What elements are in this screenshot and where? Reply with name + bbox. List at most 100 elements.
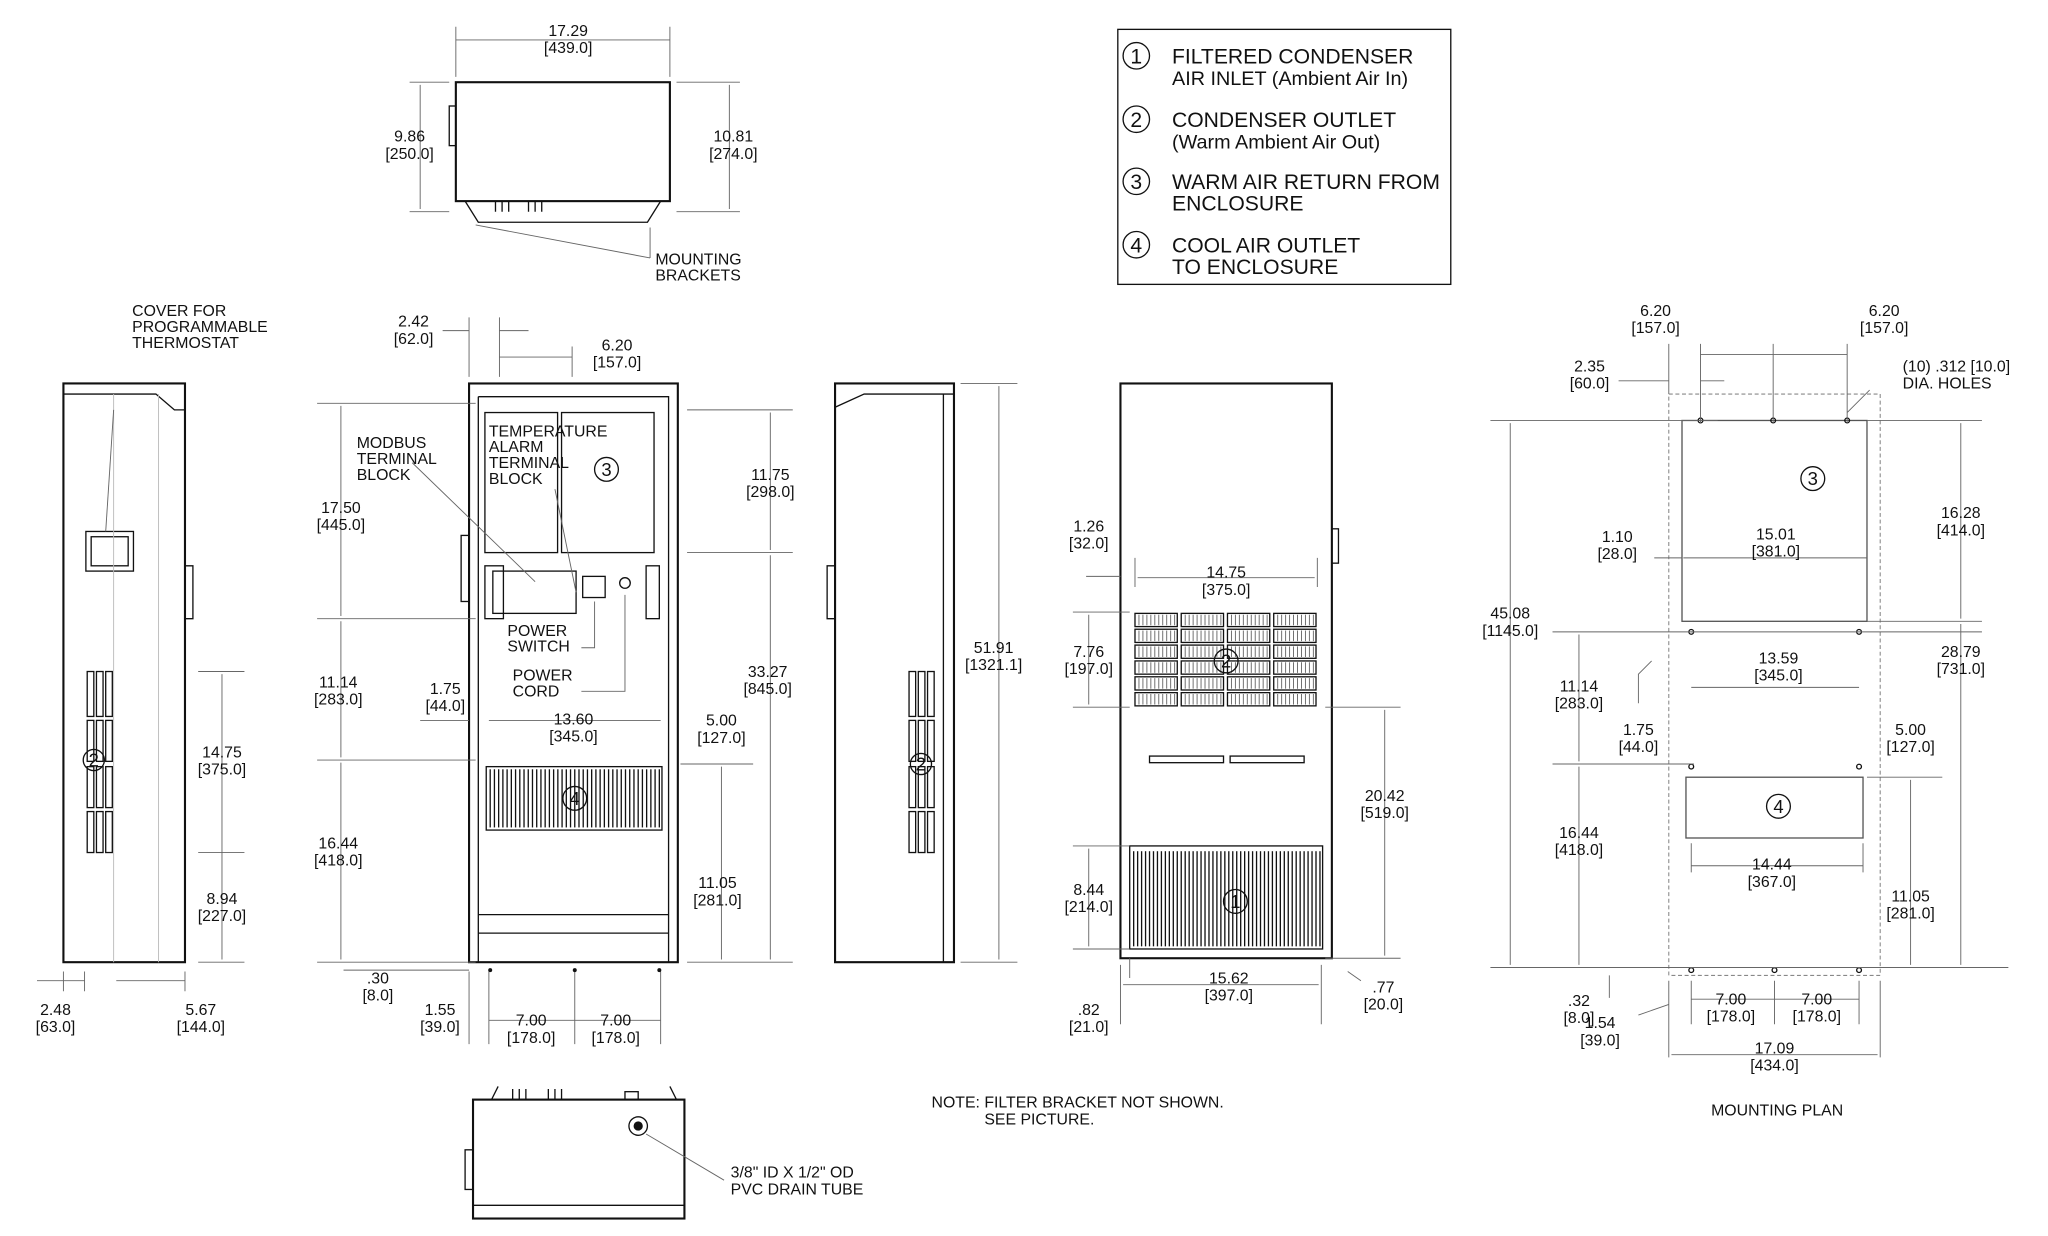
dimension-metric: [144.0] xyxy=(177,1019,225,1036)
label-mounting-brackets: MOUNTING xyxy=(655,252,741,269)
dimension-plan: 13.59[345.0] xyxy=(1754,651,1802,685)
dimension-metric: [44.0] xyxy=(425,698,465,715)
dimension-metric: [845.0] xyxy=(743,681,791,698)
dimension-value: 28.79 xyxy=(1941,644,1981,661)
callout-4: 4 xyxy=(570,788,580,809)
dimension-plan: 7.00[178.0] xyxy=(1793,991,1841,1025)
dimension-plan: 1.54[39.0] xyxy=(1580,1015,1620,1049)
dimension-plan: 1.75[44.0] xyxy=(1619,722,1659,756)
label-power-cord: CORD xyxy=(513,684,560,701)
bottom-view xyxy=(464,1086,725,1220)
dimension-metric: [375.0] xyxy=(198,762,246,779)
dimension-rear: 14.75[375.0] xyxy=(1202,565,1250,599)
dimension-metric: [28.0] xyxy=(1597,546,1637,563)
dimension-top: 9.86[250.0] xyxy=(385,129,433,163)
dimension-metric: [178.0] xyxy=(507,1030,555,1047)
dimension-value: 1.55 xyxy=(425,1002,456,1019)
dimension-metric: [281.0] xyxy=(1886,906,1934,923)
mounting-plan-title: MOUNTING PLAN xyxy=(1711,1102,1843,1119)
dimension-left: 14.75[375.0] xyxy=(198,744,246,778)
dimension-value: 7.00 xyxy=(516,1013,547,1030)
dimension-metric: [20.0] xyxy=(1364,997,1404,1014)
dimension-plan: 2.35[60.0] xyxy=(1570,359,1610,393)
dimension-metric: [283.0] xyxy=(314,692,362,709)
label-mounting-brackets: BRACKETS xyxy=(655,267,740,284)
dimension-value: 14.75 xyxy=(1206,565,1246,582)
rear-view: 2 1 xyxy=(1072,382,1401,1025)
dimension-metric: [345.0] xyxy=(549,729,597,746)
dimension-metric: [44.0] xyxy=(1619,739,1659,756)
dimension-rear: 15.62[397.0] xyxy=(1205,970,1253,1004)
dimension-metric: [157.0] xyxy=(593,355,641,372)
side-slot xyxy=(908,810,917,854)
dimension-value: .77 xyxy=(1372,980,1394,997)
top-view xyxy=(409,26,740,259)
dimension-value: .82 xyxy=(1078,1002,1100,1019)
callout-2: 2 xyxy=(1221,651,1231,672)
label-temp-alarm: TERMINAL xyxy=(489,455,569,472)
dimension-front: 6.20[157.0] xyxy=(593,337,641,371)
dimension-value: 1.75 xyxy=(430,681,461,698)
mounting-hole xyxy=(1856,967,1863,974)
dimension-value: 7.00 xyxy=(1801,991,1832,1008)
dimension-metric: [63.0] xyxy=(36,1019,76,1036)
label-holes: DIA. HOLES xyxy=(1903,376,1992,393)
side-slot xyxy=(86,765,95,809)
legend-item-2: 2 CONDENSER OUTLET (Warm Ambient Air Out… xyxy=(1122,105,1396,153)
callout-1: 1 xyxy=(1230,891,1240,912)
dimension-value: 13.60 xyxy=(554,711,594,728)
label-cover-thermostat: THERMOSTAT xyxy=(132,335,239,352)
dimension-metric: [178.0] xyxy=(1707,1009,1755,1026)
dimension-front: 16.44[418.0] xyxy=(314,836,362,870)
side-slot xyxy=(95,670,104,718)
dimension-rear: 20.42[519.0] xyxy=(1360,788,1408,822)
dimension-value: 7.00 xyxy=(600,1013,631,1030)
dimension-plan: 5.00[127.0] xyxy=(1886,722,1934,756)
dimension-value: 51.91 xyxy=(974,640,1014,657)
dimension-metric: [227.0] xyxy=(198,908,246,925)
dimension-value: 45.08 xyxy=(1490,606,1530,623)
dimension-metric: [445.0] xyxy=(317,517,365,534)
dimension-front: 7.00[178.0] xyxy=(591,1013,639,1047)
dimension-plan: 7.00[178.0] xyxy=(1707,991,1755,1025)
mounting-hole xyxy=(1856,763,1863,770)
dimension-plan: 15.01[381.0] xyxy=(1752,526,1800,560)
dimension-metric: [39.0] xyxy=(1580,1032,1620,1049)
dimension-rear: .82[21.0] xyxy=(1069,1002,1109,1036)
label-holes: (10) .312 [10.0] xyxy=(1903,359,2010,376)
legend-text: CONDENSER OUTLET xyxy=(1172,109,1396,132)
dimension-value: 6.20 xyxy=(1869,303,1900,320)
dimension-plan: 1.10[28.0] xyxy=(1597,529,1637,563)
dimension-value: 15.62 xyxy=(1209,970,1249,987)
side-slot xyxy=(95,765,104,809)
dimension-top: 17.29[439.0] xyxy=(544,23,592,57)
dimension-value: 7.76 xyxy=(1073,644,1104,661)
dimension-front: 11.75[298.0] xyxy=(746,467,794,501)
dimension-value: 33.27 xyxy=(748,664,788,681)
dimension-value: .32 xyxy=(1568,993,1590,1010)
side-slot xyxy=(917,810,926,854)
side-slot xyxy=(86,670,95,718)
legend-number: 4 xyxy=(1130,235,1142,258)
dimension-metric: [367.0] xyxy=(1748,874,1796,891)
dimension-value: 2.48 xyxy=(40,1002,71,1019)
dimension-metric: [283.0] xyxy=(1555,696,1603,713)
legend-text: AIR INLET (Ambient Air In) xyxy=(1172,68,1408,90)
dimension-front: 1.75[44.0] xyxy=(425,681,465,715)
note-text: SEE PICTURE. xyxy=(984,1112,1094,1129)
label-cover-thermostat: COVER FOR xyxy=(132,303,226,320)
dimension-plan: 16.44[418.0] xyxy=(1555,825,1603,859)
dimension-metric: [418.0] xyxy=(314,853,362,870)
dimension-plan: 6.20[157.0] xyxy=(1631,303,1679,337)
dimension-value: 11.05 xyxy=(1891,888,1930,905)
dimension-value: .30 xyxy=(367,970,389,987)
callout-3: 3 xyxy=(601,459,611,480)
dimension-labels: 17.29[439.0] 9.86[250.0] 10.81[274.0] 14.75… xyxy=(36,23,1985,1075)
label-modbus: MODBUS xyxy=(357,435,427,452)
mounting-hole xyxy=(1688,763,1695,770)
side-slot xyxy=(105,670,113,718)
legend-item-3: 3 WARM AIR RETURN FROM ENCLOSURE xyxy=(1122,167,1440,215)
dimension-metric: [1145.0] xyxy=(1482,623,1538,640)
legend-text: COOL AIR OUTLET xyxy=(1172,235,1360,258)
dimension-value: 8.94 xyxy=(207,891,238,908)
